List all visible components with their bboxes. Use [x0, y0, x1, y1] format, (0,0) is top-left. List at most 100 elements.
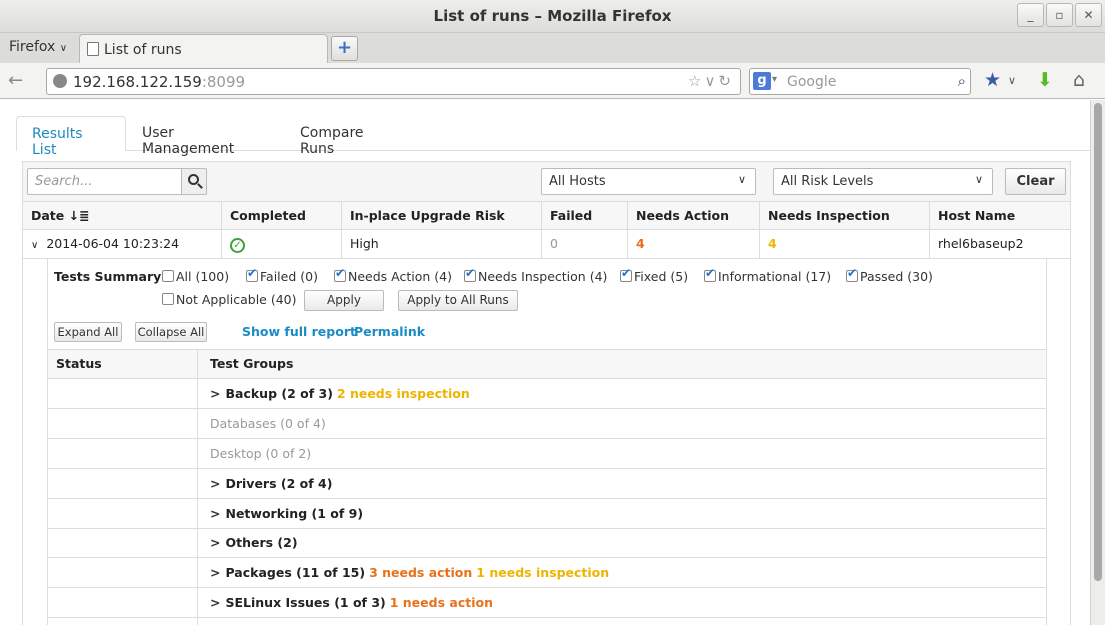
checkbox[interactable]: [846, 266, 858, 282]
test-group-row[interactable]: > Others (2): [48, 528, 1046, 558]
column-needs-action[interactable]: Needs Action: [628, 202, 760, 230]
filter-informational-checkbox[interactable]: Informational (17): [704, 266, 832, 284]
column-failed[interactable]: Failed: [542, 202, 628, 230]
home-icon[interactable]: ⌂: [1073, 69, 1085, 91]
column-upgrade-risk[interactable]: In-place Upgrade Risk: [342, 202, 542, 230]
group-needs-inspection: 1 needs inspection: [476, 565, 610, 580]
browser-tabstrip: Firefox ∨ List of runs +: [0, 33, 1105, 63]
filter-not-applicable-checkbox[interactable]: Not Applicable (40): [162, 292, 297, 307]
filter-fixed-checkbox[interactable]: Fixed (5): [620, 266, 689, 284]
filter-needs-action-checkbox[interactable]: Needs Action (4): [334, 266, 452, 284]
test-group-row[interactable]: > Packages (11 of 15) 3 needs action 1 ne…: [48, 558, 1046, 588]
search-button[interactable]: [181, 168, 207, 195]
permalink-link[interactable]: Permalink: [354, 324, 425, 339]
clear-button[interactable]: Clear: [1005, 168, 1066, 195]
checkbox[interactable]: [246, 266, 258, 282]
test-group-row: Desktop (0 of 2): [48, 439, 1046, 469]
search-input[interactable]: Search...: [27, 168, 182, 195]
column-host-name[interactable]: Host Name: [930, 202, 1070, 230]
show-full-report-link[interactable]: Show full report: [242, 324, 356, 339]
status-cell: [48, 499, 198, 528]
run-risk: High: [342, 230, 542, 259]
filter-all-checkbox[interactable]: All (100): [162, 269, 229, 284]
firefox-menu-button[interactable]: Firefox ∨: [9, 39, 67, 55]
tests-summary-label: Tests Summary:: [54, 269, 167, 284]
status-cell: [48, 618, 198, 625]
group-name: Desktop (0 of 2): [210, 446, 312, 461]
scrollbar-thumb[interactable]: [1094, 103, 1102, 581]
filter-needs-inspection-checkbox[interactable]: Needs Inspection (4): [464, 266, 608, 284]
host-select[interactable]: All Hosts ∨: [541, 168, 756, 195]
back-arrow-icon[interactable]: ←: [8, 70, 23, 91]
tab-results-list[interactable]: Results List: [16, 116, 126, 158]
status-cell: [48, 409, 198, 438]
filter-not-applicable-label: Not Applicable (40): [176, 292, 297, 307]
tab-user-management[interactable]: User Management: [127, 116, 277, 157]
bookmark-star-icon[interactable]: ☆∨↻: [688, 72, 734, 90]
checkbox[interactable]: [162, 293, 174, 305]
chevron-down-icon[interactable]: ∨: [1008, 74, 1016, 87]
chevron-right-icon[interactable]: >: [210, 386, 220, 401]
minimize-button[interactable]: _: [1017, 3, 1044, 27]
run-date-cell: ∨ 2014-06-04 10:23:24: [23, 230, 222, 259]
chevron-right-icon[interactable]: >: [210, 595, 220, 610]
close-button[interactable]: ✕: [1075, 3, 1102, 27]
filter-needs-inspection-label: Needs Inspection (4): [478, 269, 608, 284]
expand-all-button[interactable]: Expand All: [54, 322, 122, 342]
checkbox[interactable]: [334, 266, 346, 282]
tab-compare-runs[interactable]: Compare Runs: [285, 116, 415, 157]
checkbox[interactable]: [162, 270, 174, 282]
group-needs-action: 3 needs action: [369, 565, 473, 580]
collapse-all-button[interactable]: Collapse All: [135, 322, 207, 342]
filter-fixed-label: Fixed (5): [634, 269, 689, 284]
run-host: rhel6baseup2: [938, 236, 1024, 251]
filter-passed-checkbox[interactable]: Passed (30): [846, 266, 933, 284]
chevron-right-icon[interactable]: >: [210, 565, 220, 580]
google-icon[interactable]: g: [753, 72, 771, 90]
group-name: Drivers (2 of 4): [225, 476, 333, 491]
test-group-row[interactable]: > Drivers (2 of 4): [48, 469, 1046, 499]
chevron-down-icon: ∨: [737, 173, 746, 186]
checkbox[interactable]: [464, 266, 476, 282]
status-cell: [48, 588, 198, 617]
run-needs-action: 4: [628, 230, 760, 259]
bookmarks-menu-icon[interactable]: ★: [984, 69, 1001, 91]
risk-select[interactable]: All Risk Levels ∨: [773, 168, 993, 195]
maximize-button[interactable]: ▫: [1046, 3, 1073, 27]
page-scrollbar[interactable]: [1090, 100, 1105, 625]
new-tab-button[interactable]: +: [331, 36, 358, 61]
run-date: 2014-06-04 10:23:24: [46, 236, 180, 251]
url-bar[interactable]: 192.168.122.159:8099 ☆∨↻: [46, 68, 741, 95]
test-group-row[interactable]: > Networking (1 of 9): [48, 499, 1046, 529]
test-groups-header: Status Test Groups: [48, 349, 1046, 379]
column-needs-inspection[interactable]: Needs Inspection: [760, 202, 930, 230]
firefox-menu-label: Firefox: [9, 39, 56, 55]
collapse-chevron-icon[interactable]: ∨: [31, 240, 38, 251]
apply-all-runs-button[interactable]: Apply to All Runs: [398, 290, 518, 311]
download-icon[interactable]: ⬇: [1037, 69, 1053, 91]
column-date[interactable]: Date ↓≣: [23, 202, 222, 230]
status-cell: [48, 469, 198, 498]
status-cell: [48, 379, 198, 408]
checkbox[interactable]: [704, 266, 716, 282]
status-cell: [48, 439, 198, 468]
browser-tab[interactable]: List of runs: [79, 34, 328, 63]
run-row[interactable]: ∨ 2014-06-04 10:23:24 ✓ High 0 4 4 rhel6…: [23, 230, 1070, 259]
filter-informational-label: Informational (17): [718, 269, 832, 284]
test-group-row[interactable]: [48, 618, 1046, 625]
column-completed[interactable]: Completed: [222, 202, 342, 230]
filter-bar: Search... All Hosts ∨ All Risk Levels ∨ …: [23, 162, 1070, 202]
test-group-row[interactable]: > SELinux Issues (1 of 3) 1 needs action: [48, 588, 1046, 618]
filter-needs-action-label: Needs Action (4): [348, 269, 452, 284]
test-group-row[interactable]: > Backup (2 of 3) 2 needs inspection: [48, 379, 1046, 409]
run-failed: 0: [542, 230, 628, 259]
chevron-right-icon[interactable]: >: [210, 476, 220, 491]
chevron-right-icon[interactable]: >: [210, 535, 220, 550]
search-bar[interactable]: g ▾ Google ⌕: [749, 68, 971, 95]
filter-failed-checkbox[interactable]: Failed (0): [246, 266, 318, 284]
column-test-groups: Test Groups: [210, 356, 294, 371]
search-icon[interactable]: ⌕: [958, 72, 966, 90]
chevron-right-icon[interactable]: >: [210, 506, 220, 521]
apply-button[interactable]: Apply: [304, 290, 384, 311]
checkbox[interactable]: [620, 266, 632, 282]
